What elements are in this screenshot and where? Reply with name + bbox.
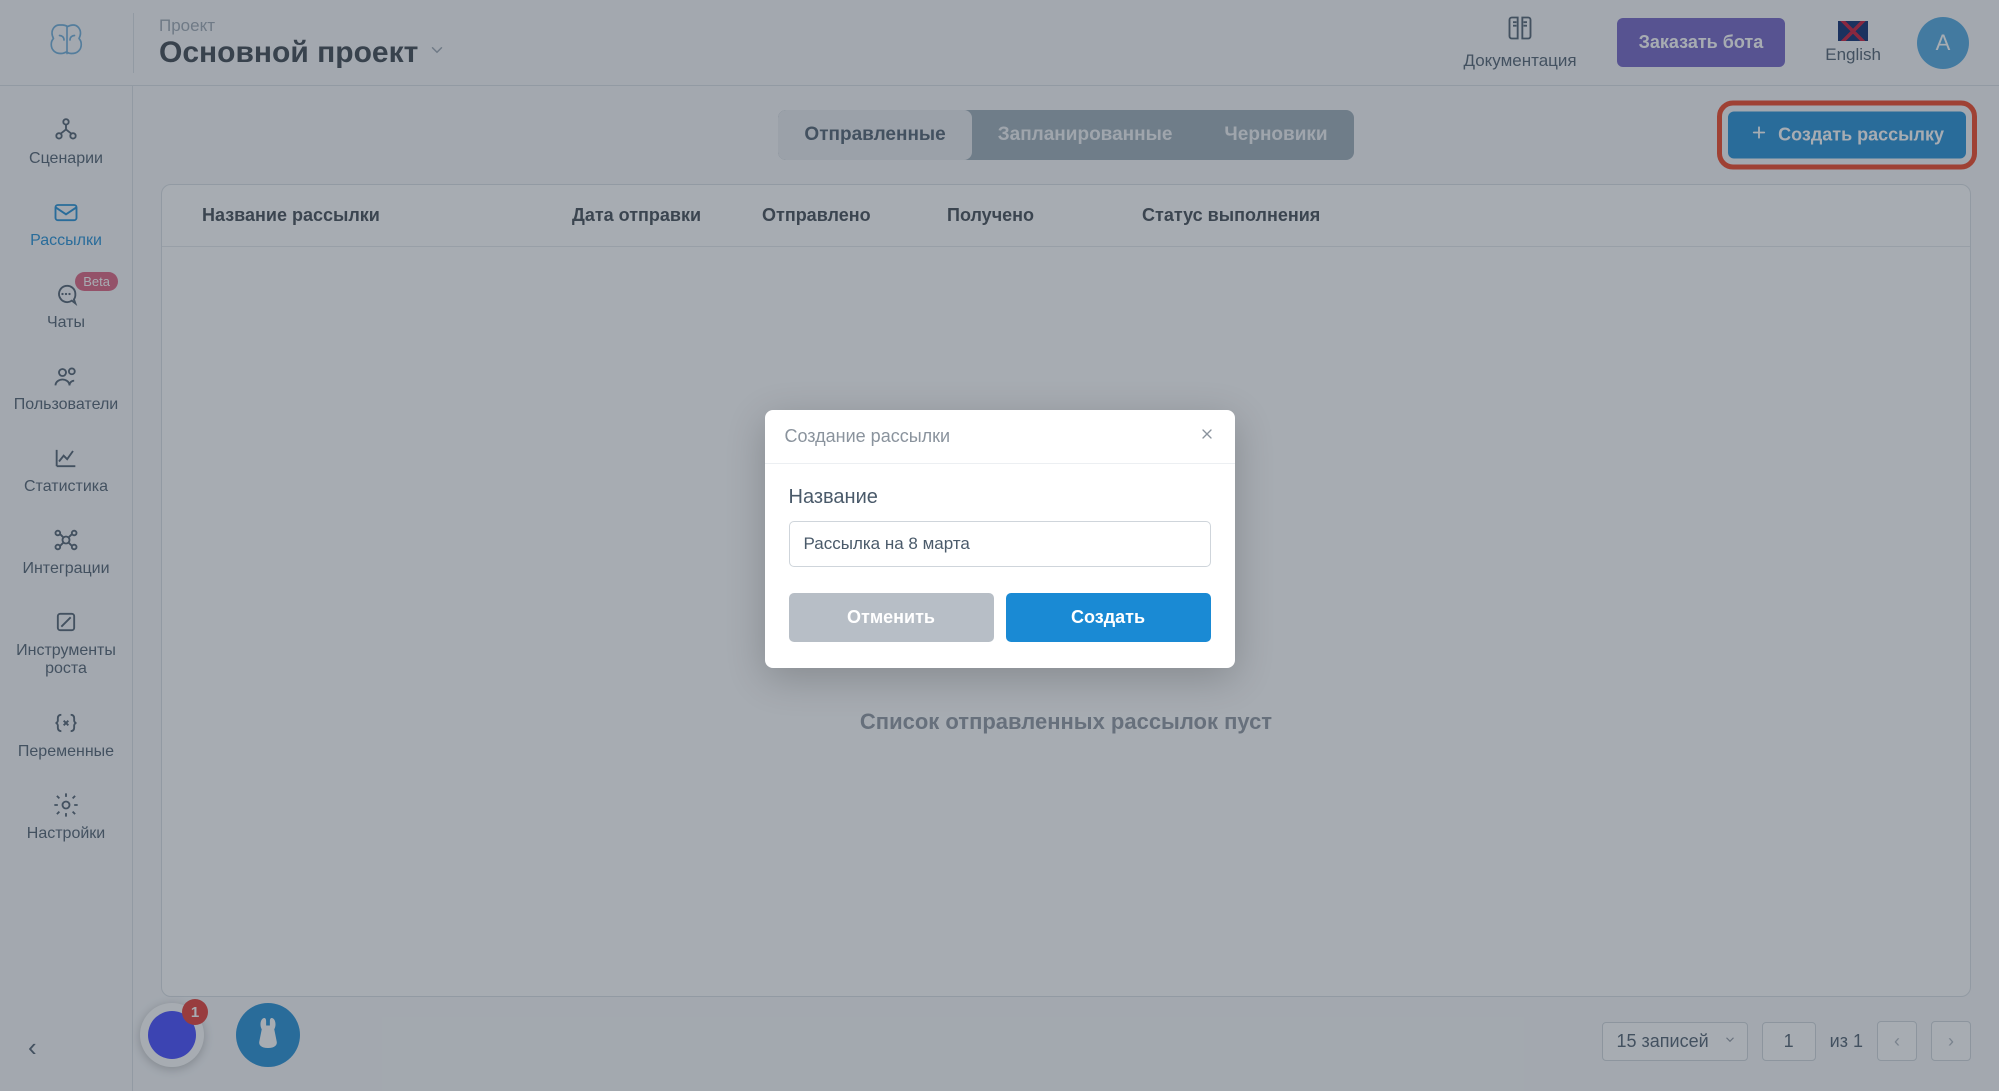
cancel-button[interactable]: Отменить bbox=[789, 593, 994, 642]
modal-close-button[interactable] bbox=[1199, 426, 1215, 447]
modal-header: Создание рассылки bbox=[765, 410, 1235, 464]
modal-title: Создание рассылки bbox=[785, 426, 951, 447]
name-field-label: Название bbox=[789, 486, 1211, 509]
close-icon bbox=[1199, 426, 1215, 446]
modal-body: Название Отменить Создать bbox=[765, 464, 1235, 668]
modal-actions: Отменить Создать bbox=[789, 593, 1211, 642]
create-mailing-modal: Создание рассылки Название Отменить Созд… bbox=[765, 410, 1235, 668]
mailing-name-input[interactable] bbox=[789, 521, 1211, 567]
create-button[interactable]: Создать bbox=[1006, 593, 1211, 642]
modal-overlay[interactable]: Создание рассылки Название Отменить Созд… bbox=[0, 0, 1999, 1091]
